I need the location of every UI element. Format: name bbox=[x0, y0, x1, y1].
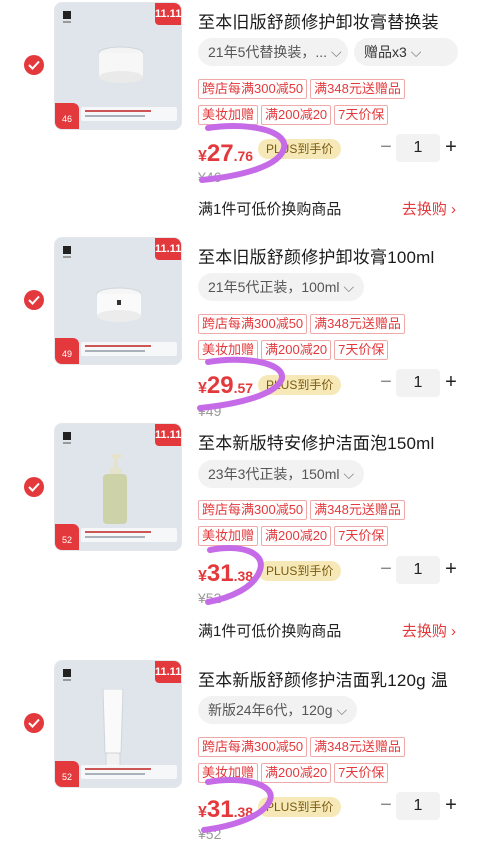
thumb-price-badge: 52 bbox=[55, 761, 79, 787]
chevron-down-icon: ⌵ bbox=[336, 702, 348, 718]
promo-tag[interactable]: 跨店每满300减50 bbox=[198, 79, 308, 99]
minus-icon[interactable]: − bbox=[378, 369, 394, 397]
brand-logo bbox=[63, 432, 71, 444]
checkmark-icon bbox=[28, 718, 40, 728]
plus-price-badge: PLUS到手价 bbox=[258, 797, 342, 817]
promo-tag[interactable]: 跨店每满300减50 bbox=[198, 314, 308, 334]
promo-tag[interactable]: 满348元送赠品 bbox=[310, 737, 405, 757]
original-price: ¥52 bbox=[198, 590, 222, 606]
promo-tag[interactable]: 美妆加赠 bbox=[198, 763, 259, 783]
product-image[interactable]: 11.11 52 bbox=[54, 423, 182, 551]
variant-selector[interactable]: 21年5代替换装，... ⌵ bbox=[198, 38, 348, 66]
variant-selector[interactable]: 新版24年6代，120g ⌵ bbox=[198, 696, 358, 724]
product-title[interactable]: 至本新版舒颜修护洁面乳120g 温 bbox=[198, 666, 448, 691]
promo-tag[interactable]: 美妆加赠 bbox=[198, 526, 259, 546]
checkmark-icon bbox=[28, 60, 40, 70]
plus-price: ¥27.76 bbox=[198, 140, 254, 167]
checkmark-icon bbox=[28, 482, 40, 492]
minus-icon[interactable]: − bbox=[378, 556, 394, 584]
thumb-price-badge: 49 bbox=[55, 338, 79, 364]
plus-icon[interactable]: + bbox=[442, 792, 460, 820]
go-exchange-link[interactable]: 去换购 › bbox=[402, 620, 456, 641]
promo-tag[interactable]: 满348元送赠品 bbox=[310, 314, 405, 334]
product-image[interactable]: 11.11 52 bbox=[54, 660, 182, 788]
product-title[interactable]: 至本旧版舒颜修护卸妆膏替换装 bbox=[198, 8, 439, 33]
product-title[interactable]: 至本旧版舒颜修护卸妆膏100ml bbox=[198, 243, 435, 268]
quantity-input[interactable]: 1 bbox=[396, 134, 440, 162]
variant-selector[interactable]: 23年3代正装，150ml ⌵ bbox=[198, 460, 365, 488]
quantity-input[interactable]: 1 bbox=[396, 792, 440, 820]
checkmark-icon bbox=[28, 295, 40, 305]
promo-tag[interactable]: 满200减20 bbox=[261, 105, 332, 125]
promo-tags: 跨店每满300减50 满348元送赠品 美妆加赠 满200减20 7天价保 bbox=[198, 500, 468, 552]
gift-selector[interactable]: 赠品x3 ⌵ bbox=[354, 38, 458, 66]
product-image[interactable]: 11.11 46 bbox=[54, 2, 182, 130]
minus-icon[interactable]: − bbox=[378, 134, 394, 162]
product-bottle-image bbox=[103, 454, 127, 524]
plus-icon[interactable]: + bbox=[442, 556, 460, 584]
original-price: ¥52 bbox=[198, 826, 222, 842]
brand-logo bbox=[63, 669, 71, 681]
product-jar-image bbox=[98, 46, 144, 83]
brand-logo bbox=[63, 246, 71, 258]
promo-tag[interactable]: 满200减20 bbox=[261, 526, 332, 546]
product-jar-image bbox=[96, 287, 142, 322]
promo-tag[interactable]: 跨店每满300减50 bbox=[198, 737, 308, 757]
promo-tag[interactable]: 满200减20 bbox=[261, 763, 332, 783]
plus-icon[interactable]: + bbox=[442, 369, 460, 397]
chevron-down-icon: ⌵ bbox=[410, 44, 422, 60]
plus-icon[interactable]: + bbox=[442, 134, 460, 162]
select-checkbox[interactable] bbox=[24, 290, 44, 310]
original-price: ¥46 bbox=[198, 169, 222, 185]
promo-tag[interactable]: 满348元送赠品 bbox=[310, 79, 405, 99]
promo-tag[interactable]: 跨店每满300减50 bbox=[198, 500, 308, 520]
plus-price: ¥31.38 bbox=[198, 796, 254, 823]
brand-logo bbox=[63, 11, 71, 23]
promo-ribbon: 11.11 bbox=[155, 424, 181, 446]
exchange-offer-text: 满1件可低价换购商品 bbox=[198, 201, 342, 218]
promo-tag[interactable]: 满348元送赠品 bbox=[310, 500, 405, 520]
thumb-price-badge: 46 bbox=[55, 103, 79, 129]
chevron-down-icon: ⌵ bbox=[331, 44, 342, 60]
chevron-down-icon: ⌵ bbox=[343, 466, 355, 482]
promo-tag[interactable]: 美妆加赠 bbox=[198, 105, 259, 125]
quantity-stepper: − 1 + bbox=[378, 556, 460, 584]
promo-tag[interactable]: 7天价保 bbox=[334, 763, 389, 783]
exchange-offer-text: 满1件可低价换购商品 bbox=[198, 623, 342, 640]
select-checkbox[interactable] bbox=[24, 55, 44, 75]
plus-price: ¥29.57 bbox=[198, 372, 254, 399]
go-exchange-link[interactable]: 去换购 › bbox=[402, 198, 456, 219]
product-image[interactable]: 11.11 49 bbox=[54, 237, 182, 365]
promo-tags: 跨店每满300减50 满348元送赠品 美妆加赠 满200减20 7天价保 bbox=[198, 79, 468, 131]
select-checkbox[interactable] bbox=[24, 477, 44, 497]
select-checkbox[interactable] bbox=[24, 713, 44, 733]
minus-icon[interactable]: − bbox=[378, 792, 394, 820]
variant-selector[interactable]: 21年5代正装，100ml ⌵ bbox=[198, 273, 365, 301]
promo-tag[interactable]: 7天价保 bbox=[334, 340, 389, 360]
quantity-stepper: − 1 + bbox=[378, 134, 460, 162]
quantity-input[interactable]: 1 bbox=[396, 369, 440, 397]
plus-price-badge: PLUS到手价 bbox=[258, 561, 342, 581]
quantity-input[interactable]: 1 bbox=[396, 556, 440, 584]
promo-ribbon: 11.11 bbox=[155, 238, 181, 260]
promo-ribbon: 11.11 bbox=[155, 661, 181, 683]
chevron-down-icon: ⌵ bbox=[343, 279, 355, 295]
original-price: ¥49 bbox=[198, 403, 222, 419]
plus-price: ¥31.38 bbox=[198, 560, 254, 587]
promo-ribbon: 11.11 bbox=[155, 3, 181, 25]
quantity-stepper: − 1 + bbox=[378, 792, 460, 820]
promo-tags: 跨店每满300减50 满348元送赠品 美妆加赠 满200减20 7天价保 bbox=[198, 314, 468, 366]
promo-tag[interactable]: 7天价保 bbox=[334, 105, 389, 125]
promo-tag[interactable]: 满200减20 bbox=[261, 340, 332, 360]
product-tube-image bbox=[102, 689, 124, 768]
promo-tag[interactable]: 7天价保 bbox=[334, 526, 389, 546]
thumb-price-badge: 52 bbox=[55, 524, 79, 550]
promo-tag[interactable]: 美妆加赠 bbox=[198, 340, 259, 360]
promo-tags: 跨店每满300减50 满348元送赠品 美妆加赠 满200减20 7天价保 bbox=[198, 737, 468, 789]
product-title[interactable]: 至本新版特安修护洁面泡150ml bbox=[198, 429, 435, 454]
plus-price-badge: PLUS到手价 bbox=[258, 139, 342, 159]
quantity-stepper: − 1 + bbox=[378, 369, 460, 397]
plus-price-badge: PLUS到手价 bbox=[258, 375, 342, 395]
